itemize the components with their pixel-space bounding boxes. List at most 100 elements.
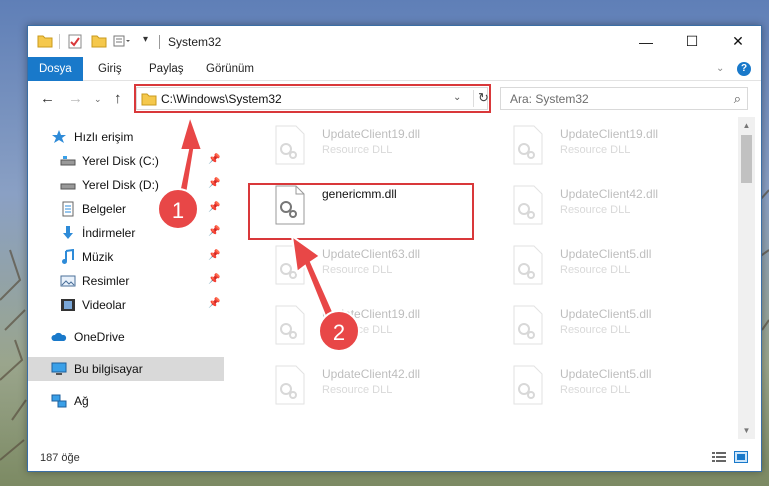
file-type: Resource DLL	[322, 384, 393, 396]
pin-icon[interactable]: 📌	[208, 250, 220, 261]
sidebar-item-label: Resimler	[82, 274, 130, 288]
tab-file[interactable]: Dosya	[28, 57, 83, 81]
qat-dropdown-icon[interactable]: ▾	[143, 34, 148, 45]
explorer-window: ▾ System32 — ☐ ✕ Dosya Giriş Paylaş Görü…	[27, 25, 762, 472]
vertical-scrollbar[interactable]: ▲ ▼	[738, 117, 755, 439]
sidebar-item-local-disk-d[interactable]: Yerel Disk (D:) 📌	[28, 173, 224, 197]
pin-icon[interactable]: 📌	[208, 154, 220, 165]
sidebar-item-label: Yerel Disk (D:)	[82, 178, 159, 192]
navigation-bar: ← → ⌄ ↑ C:\Windows\System32 ⌄ ↻ Ara: Sys…	[28, 81, 761, 117]
scroll-up-icon[interactable]: ▲	[738, 117, 755, 134]
file-name: UpdateClient5.dll	[560, 247, 652, 261]
sidebar-item-videos[interactable]: Videolar 📌	[28, 293, 224, 317]
sidebar-item-local-disk-c[interactable]: Yerel Disk (C:) 📌	[28, 149, 224, 173]
star-icon	[52, 130, 66, 143]
dll-file-icon	[513, 125, 543, 165]
video-icon	[61, 299, 75, 311]
up-arrow-icon[interactable]: ↑	[114, 90, 122, 107]
sidebar-item-label: Ağ	[74, 394, 89, 408]
pictures-icon	[60, 275, 76, 287]
file-item[interactable]: UpdateClient5.dll Resource DLL	[486, 240, 711, 294]
expand-ribbon-icon[interactable]: ⌄	[716, 63, 724, 74]
file-type: Resource DLL	[560, 384, 631, 396]
sidebar-item-downloads[interactable]: İndirmeler 📌	[28, 221, 224, 245]
file-item[interactable]: UpdateClient19.dll Resource DLL	[486, 120, 711, 174]
sidebar-item-quick-access[interactable]: Hızlı erişim	[28, 125, 224, 149]
pin-icon[interactable]: 📌	[208, 298, 220, 309]
file-item[interactable]: UpdateClient5.dll Resource DLL	[486, 300, 711, 354]
network-icon	[51, 394, 67, 408]
item-count: 187 öğe	[40, 452, 80, 464]
dll-file-icon	[275, 305, 305, 345]
customize-qat-icon[interactable]	[113, 34, 131, 48]
recent-locations-icon[interactable]: ⌄	[94, 94, 102, 105]
file-name: UpdateClient5.dll	[560, 307, 652, 321]
file-item[interactable]: UpdateClient5.dll Resource DLL	[486, 360, 711, 414]
properties-icon[interactable]	[68, 34, 82, 49]
large-icons-view-icon[interactable]	[734, 451, 748, 463]
sidebar-item-label: Bu bilgisayar	[74, 362, 143, 376]
pin-icon[interactable]: 📌	[208, 202, 220, 213]
computer-icon	[51, 362, 67, 375]
sidebar-item-label: Belgeler	[82, 202, 127, 216]
pin-icon[interactable]: 📌	[208, 226, 220, 237]
search-icon[interactable]: ⌕	[734, 91, 741, 107]
file-name: UpdateClient63.dll	[322, 247, 421, 261]
back-arrow-icon[interactable]: ←	[40, 90, 55, 107]
file-item[interactable]: UpdateClient19.dll Resource DLL	[248, 300, 473, 354]
title-bar: ▾ System32 — ☐ ✕	[28, 26, 761, 57]
minimize-button[interactable]: —	[623, 26, 669, 57]
sidebar-item-label: Videolar	[82, 298, 126, 312]
dll-file-icon	[275, 125, 305, 165]
tab-share[interactable]: Paylaş	[138, 57, 195, 81]
sidebar-item-onedrive[interactable]: OneDrive	[28, 325, 224, 349]
file-type: Resource DLL	[322, 264, 393, 276]
file-name: UpdateClient19.dll	[322, 307, 421, 321]
file-item[interactable]: UpdateClient63.dll Resource DLL	[248, 240, 473, 294]
new-folder-icon[interactable]	[91, 34, 107, 48]
forward-arrow-icon[interactable]: →	[68, 90, 83, 107]
window-title: System32	[168, 35, 222, 49]
pin-icon[interactable]: 📌	[208, 178, 220, 189]
tab-home[interactable]: Giriş	[87, 57, 133, 81]
sidebar-item-music[interactable]: Müzik 📌	[28, 245, 224, 269]
sidebar-item-label: Yerel Disk (C:)	[82, 154, 159, 168]
address-highlight-box	[134, 84, 491, 113]
tab-view[interactable]: Görünüm	[195, 57, 265, 81]
file-type: Resource DLL	[322, 144, 393, 156]
pin-icon[interactable]: 📌	[208, 274, 220, 285]
help-icon[interactable]: ?	[737, 62, 751, 76]
search-placeholder: Ara: System32	[510, 92, 589, 106]
file-item[interactable]: UpdateClient42.dll Resource DLL	[248, 360, 473, 414]
dll-file-icon	[275, 245, 305, 285]
sidebar-item-this-pc[interactable]: Bu bilgisayar	[28, 357, 224, 381]
ribbon-tabs: Dosya Giriş Paylaş Görünüm ⌄ ?	[28, 57, 761, 81]
search-input[interactable]: Ara: System32 ⌕	[500, 87, 748, 110]
callout-number-1: 1	[171, 198, 185, 223]
dll-file-icon	[513, 245, 543, 285]
maximize-button[interactable]: ☐	[669, 26, 715, 57]
navigation-pane: Hızlı erişim Yerel Disk (C:) 📌 Yerel Dis…	[28, 117, 224, 439]
dll-file-icon	[513, 185, 543, 225]
details-view-icon[interactable]	[712, 451, 726, 463]
file-item[interactable]: UpdateClient42.dll Resource DLL	[486, 180, 711, 234]
file-type: Resource DLL	[560, 324, 631, 336]
music-icon	[62, 249, 74, 264]
scroll-down-icon[interactable]: ▼	[738, 422, 755, 439]
dll-file-icon	[513, 305, 543, 345]
sidebar-item-pictures[interactable]: Resimler 📌	[28, 269, 224, 293]
file-name: UpdateClient42.dll	[560, 187, 659, 201]
cloud-icon	[51, 332, 67, 341]
file-list: UpdateClient19.dll Resource DLL UpdateCl…	[224, 117, 738, 439]
close-button[interactable]: ✕	[715, 26, 761, 57]
file-item[interactable]: UpdateClient19.dll Resource DLL	[248, 120, 473, 174]
file-type: Resource DLL	[560, 144, 631, 156]
sidebar-item-label: İndirmeler	[82, 226, 136, 240]
file-type: Resource DLL	[560, 204, 631, 216]
file-type: Resource DLL	[560, 264, 631, 276]
scroll-thumb[interactable]	[741, 135, 752, 183]
download-icon	[63, 226, 73, 239]
sidebar-item-network[interactable]: Ağ	[28, 389, 224, 413]
sidebar-item-documents[interactable]: Belgeler 📌	[28, 197, 224, 221]
file-name: UpdateClient19.dll	[560, 127, 659, 141]
